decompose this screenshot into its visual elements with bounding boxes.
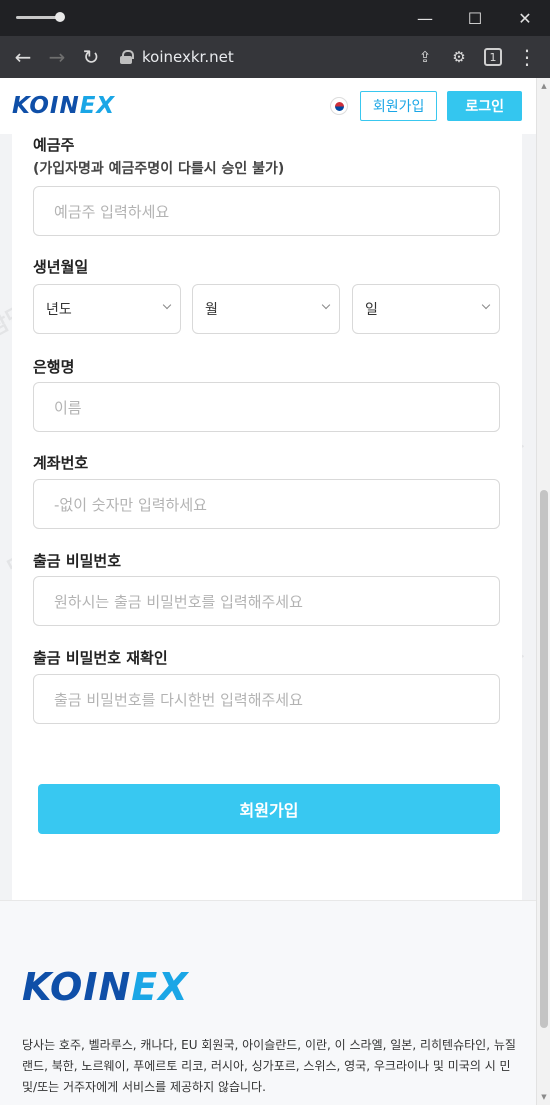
back-button[interactable]: ←	[8, 42, 38, 72]
submit-signup-button[interactable]: 회원가입	[38, 784, 500, 834]
month-value: 월	[205, 302, 218, 318]
account-input[interactable]: -없이 숫자만 입력하세요	[33, 479, 500, 529]
bank-input[interactable]: 이름	[33, 382, 500, 432]
withdraw-password-confirm-label: 출금 비밀번호 재확인	[33, 649, 168, 667]
address-bar[interactable]: koinexkr.net	[110, 41, 406, 73]
withdraw-password-label: 출금 비밀번호	[33, 552, 122, 570]
birth-month-select[interactable]: 월	[192, 284, 340, 334]
depositor-note: (가입자명과 예금주명이 다를시 승인 불가)	[33, 161, 285, 177]
site-logo[interactable]: KOINEX	[12, 93, 115, 119]
site-header: KOINEX 회원가입 로그인	[0, 78, 536, 134]
tab-count-button[interactable]: 1	[478, 42, 508, 72]
page-scrollbar[interactable]: ▲ ▼	[536, 78, 550, 1105]
window-titlebar: — ☐ ✕	[0, 0, 550, 36]
scrollbar-thumb[interactable]	[540, 490, 548, 1028]
logo-accent: EX	[79, 93, 116, 119]
account-label: 계좌번호	[33, 454, 89, 472]
url-text[interactable]: koinexkr.net	[142, 48, 234, 66]
korea-flag-icon[interactable]	[329, 97, 348, 115]
close-button[interactable]: ✕	[500, 0, 550, 36]
forward-button[interactable]: →	[42, 42, 72, 72]
birth-label: 생년월일	[33, 258, 89, 276]
depositor-input[interactable]: 예금주 입력하세요	[33, 186, 500, 236]
footer-logo-text: KOIN	[22, 965, 132, 1009]
chevron-down-icon	[321, 300, 331, 310]
window-controls: — ☐ ✕	[400, 0, 550, 36]
footer-notice: 당사는 호주, 벨라루스, 캐나다, EU 회원국, 아이슬란드, 이란, 이 …	[22, 1038, 516, 1094]
site-footer: KOINEX 당사는 호주, 벨라루스, 캐나다, EU 회원국, 아이슬란드,…	[0, 900, 536, 1105]
tab-strip-slider[interactable]	[16, 12, 65, 22]
browser-toolbar: ← → ↻ koinexkr.net ⇪ ⚙ 1 ⋮	[0, 36, 550, 78]
depositor-label: 예금주	[33, 136, 75, 154]
signup-button[interactable]: 회원가입	[359, 91, 438, 121]
lock-icon[interactable]	[120, 50, 134, 64]
login-button[interactable]: 로그인	[447, 91, 522, 121]
maximize-button[interactable]: ☐	[450, 0, 500, 36]
withdraw-password-confirm-input[interactable]: 출금 비밀번호를 다시한번 입력해주세요	[33, 674, 500, 724]
logo-text: KOIN	[12, 93, 80, 119]
footer-logo-accent: EX	[131, 965, 189, 1009]
share-icon[interactable]: ⇪	[410, 42, 440, 72]
year-value: 년도	[46, 302, 72, 318]
bank-label: 은행명	[33, 358, 75, 376]
menu-icon[interactable]: ⋮	[512, 42, 542, 72]
day-value: 일	[365, 302, 378, 318]
scroll-up-icon[interactable]: ▲	[540, 82, 548, 90]
extensions-icon[interactable]: ⚙	[444, 42, 474, 72]
slider-knob[interactable]	[55, 12, 65, 22]
birth-year-select[interactable]: 년도	[33, 284, 181, 334]
scroll-down-icon[interactable]: ▼	[540, 1093, 548, 1101]
page-viewport: 담덕 법률사무소 담덕 법률사무소 담덕 법률사무소 담덕 법률사무소 담덕 법…	[0, 78, 536, 1105]
signup-form-card: 예금주 (가입자명과 예금주명이 다를시 승인 불가) 예금주 입력하세요 생년…	[12, 118, 522, 910]
chevron-down-icon	[162, 300, 172, 310]
chevron-down-icon	[481, 300, 491, 310]
minimize-button[interactable]: —	[400, 0, 450, 36]
tab-count: 1	[484, 48, 502, 66]
footer-logo[interactable]: KOINEX	[22, 965, 189, 1009]
birth-day-select[interactable]: 일	[352, 284, 500, 334]
reload-button[interactable]: ↻	[76, 42, 106, 72]
withdraw-password-input[interactable]: 원하시는 출금 비밀번호를 입력해주세요	[33, 576, 500, 626]
